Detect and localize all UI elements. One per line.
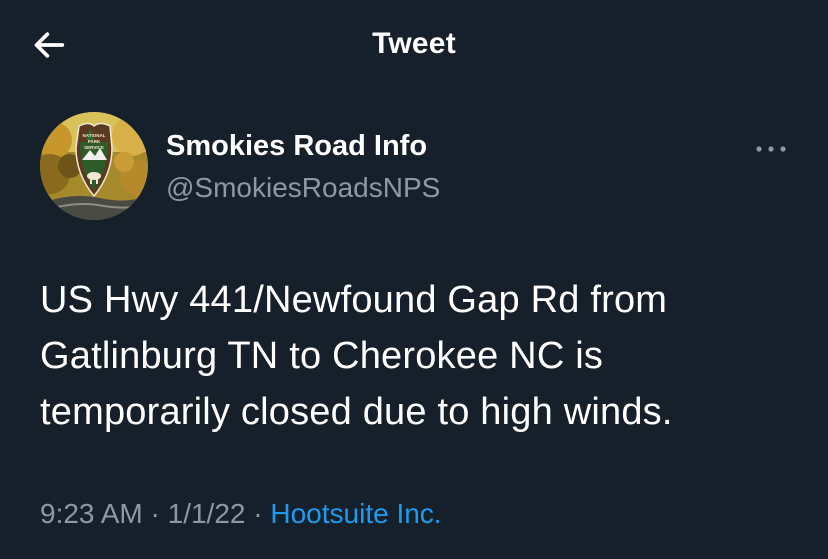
tweet-meta: 9:23 AM · 1/1/22 · Hootsuite Inc. <box>40 498 442 530</box>
tweet-time[interactable]: 9:23 AM <box>40 498 143 529</box>
meta-separator: · <box>253 498 263 529</box>
svg-text:NATIONAL: NATIONAL <box>83 133 106 138</box>
tweet-text: US Hwy 441/Newfound Gap Rd from Gatlinbu… <box>40 279 673 433</box>
author-display-name[interactable]: Smokies Road Info <box>166 130 427 163</box>
meta-separator: · <box>150 498 160 529</box>
author-handle[interactable]: @SmokiesRoadsNPS <box>166 172 440 204</box>
nps-arrowhead-logo: NATIONAL PARK SERVICE <box>40 112 148 220</box>
svg-text:PARK: PARK <box>88 139 101 144</box>
more-horizontal-icon <box>756 146 786 152</box>
top-bar: Tweet <box>0 0 828 90</box>
page-title: Tweet <box>372 27 456 60</box>
tweet-date[interactable]: 1/1/22 <box>168 498 246 529</box>
svg-text:SERVICE: SERVICE <box>84 145 104 150</box>
tweet-source-link[interactable]: Hootsuite Inc. <box>270 498 441 529</box>
more-options-button[interactable] <box>748 134 794 164</box>
avatar[interactable]: NATIONAL PARK SERVICE <box>40 112 148 220</box>
